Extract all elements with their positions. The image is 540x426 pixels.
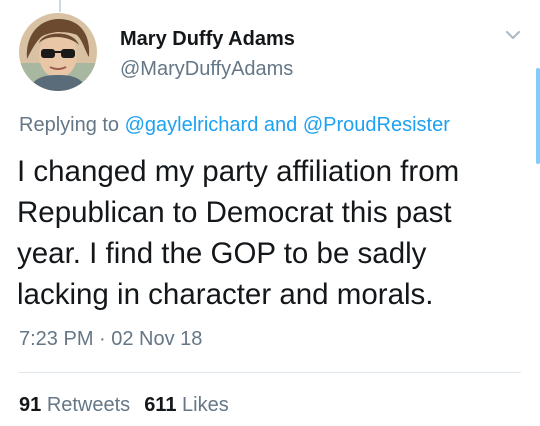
tweet-text-line: Republican to Democrat this past xyxy=(17,196,452,229)
tweet-timestamp[interactable]: 7:23 PM · 02 Nov 18 xyxy=(19,328,202,351)
likes-count: 611 xyxy=(144,394,177,416)
user-handle[interactable]: @MaryDuffyAdams xyxy=(120,58,293,81)
tweet-text-line: year. I find the GOP to be sadly xyxy=(17,237,427,270)
replying-to-line: Replying to @gaylelrichard and @ProudRes… xyxy=(19,114,450,137)
retweets-label: Retweets xyxy=(46,394,131,416)
avatar[interactable] xyxy=(19,13,97,91)
tweet-text-line: I changed my party affiliation from xyxy=(17,155,460,188)
avatar-photo-icon xyxy=(19,13,97,91)
likes-label: Likes xyxy=(182,394,229,416)
replying-prefix: Replying to xyxy=(19,114,120,136)
thread-connector-line xyxy=(59,0,61,12)
scroll-indicator xyxy=(536,68,540,164)
display-name[interactable]: Mary Duffy Adams xyxy=(120,28,295,51)
retweets-stat[interactable]: 91 Retweets xyxy=(19,394,130,416)
reply-conjunction[interactable]: and xyxy=(264,114,297,136)
mention-link-gaylelrichard[interactable]: @gaylelrichard xyxy=(125,114,259,136)
chevron-down-icon[interactable] xyxy=(504,26,522,44)
tweet-text: I changed my party affiliation from Repu… xyxy=(17,151,527,315)
mention-link-proudresister[interactable]: @ProudResister xyxy=(303,114,450,136)
tweet-text-line: lacking in character and morals. xyxy=(17,278,434,311)
stats-divider xyxy=(19,372,521,373)
retweets-count: 91 xyxy=(19,394,42,416)
likes-stat[interactable]: 611 Likes xyxy=(144,394,229,416)
engagement-stats: 91 Retweets 611 Likes xyxy=(19,394,229,417)
